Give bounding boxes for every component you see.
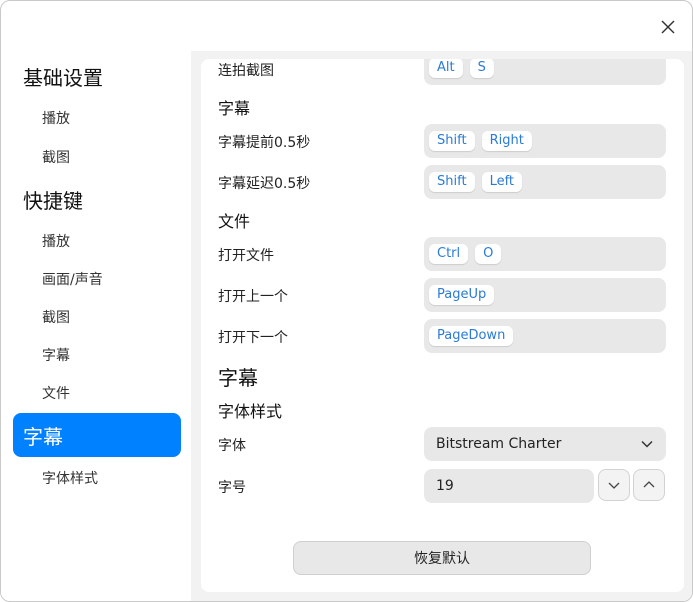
- sidebar-item-basic-settings[interactable]: 基础设置: [13, 58, 181, 94]
- restore-defaults-label: 恢复默认: [414, 551, 470, 567]
- sidebar-item-font-style[interactable]: 字体样式: [13, 463, 181, 493]
- key-chip: Shift: [429, 131, 475, 151]
- key-chip: O: [475, 244, 502, 264]
- sidebar-item-shortcut-subtitle[interactable]: 字幕: [13, 340, 181, 370]
- sidebar-item-label: 字体样式: [42, 471, 98, 487]
- shortcut-field-open-previous[interactable]: PageUp: [424, 278, 666, 312]
- sidebar-item-label: 播放: [42, 234, 70, 250]
- shortcut-field-subtitle-delay[interactable]: Shift Left: [424, 165, 666, 199]
- section-title-font-style: 字体样式: [218, 402, 283, 421]
- chevron-down-icon: [641, 440, 653, 448]
- settings-content[interactable]: 连拍截图 Alt S 字幕 字幕提前0.5秒 Shift Right 字幕延迟0…: [201, 59, 684, 592]
- sidebar-item-label: 播放: [42, 111, 70, 127]
- shortcut-field-open-next[interactable]: PageDown: [424, 319, 666, 353]
- key-chip: Alt: [429, 59, 463, 78]
- chevron-up-icon: [643, 481, 655, 488]
- sidebar-item-label: 画面/声音: [42, 272, 103, 288]
- sidebar-item-label: 截图: [42, 150, 70, 166]
- font-size-value: 19: [436, 478, 454, 494]
- shortcut-label-open-next: 打开下一个: [218, 330, 288, 346]
- sidebar-item-shortcut-file[interactable]: 文件: [13, 378, 181, 408]
- font-size-increase-button[interactable]: [633, 469, 665, 501]
- shortcut-label-subtitle-forward: 字幕提前0.5秒: [218, 135, 311, 151]
- sidebar: 基础设置 播放 截图 快捷键 播放 画面/声音 截图 字幕 文件 字幕 字体样式: [1, 51, 191, 601]
- sidebar-item-label: 文件: [42, 386, 70, 402]
- shortcut-field-burst-screenshot[interactable]: Alt S: [424, 59, 666, 85]
- close-button[interactable]: [657, 16, 679, 38]
- sidebar-item-shortcuts[interactable]: 快捷键: [13, 181, 181, 217]
- sidebar-item-label: 基础设置: [23, 65, 103, 90]
- settings-window: 基础设置 播放 截图 快捷键 播放 画面/声音 截图 字幕 文件 字幕 字体样式…: [0, 0, 693, 602]
- shortcut-field-subtitle-forward[interactable]: Shift Right: [424, 124, 666, 158]
- key-chip: Left: [481, 172, 523, 192]
- chevron-down-icon: [608, 482, 620, 489]
- shortcut-label-open-file: 打开文件: [218, 248, 274, 264]
- sidebar-item-shortcut-picture-sound[interactable]: 画面/声音: [13, 264, 181, 294]
- sidebar-item-label: 字幕: [42, 348, 70, 364]
- font-size-input[interactable]: 19: [424, 469, 594, 503]
- sidebar-item-basic-screenshot[interactable]: 截图: [13, 142, 181, 172]
- key-chip: Ctrl: [429, 244, 469, 264]
- sidebar-item-shortcut-screenshot[interactable]: 截图: [13, 302, 181, 332]
- restore-defaults-button[interactable]: 恢复默认: [293, 541, 591, 575]
- key-chip: Shift: [429, 172, 475, 192]
- key-chip: S: [469, 59, 494, 78]
- sidebar-item-basic-play[interactable]: 播放: [13, 103, 181, 133]
- section-title-subtitle: 字幕: [218, 99, 251, 118]
- shortcut-label-open-previous: 打开上一个: [218, 289, 288, 305]
- font-select-value: Bitstream Charter: [436, 436, 562, 452]
- font-size-label: 字号: [218, 480, 246, 496]
- font-size-decrease-button[interactable]: [598, 469, 630, 501]
- sidebar-item-shortcut-play[interactable]: 播放: [13, 226, 181, 256]
- key-chip: Right: [481, 131, 532, 151]
- sidebar-item-subtitle[interactable]: 字幕: [13, 413, 181, 457]
- close-icon: [661, 20, 675, 34]
- shortcut-label-burst-screenshot: 连拍截图: [218, 63, 274, 79]
- key-chip: PageDown: [429, 326, 514, 346]
- shortcut-label-subtitle-delay: 字幕延迟0.5秒: [218, 176, 311, 192]
- group-title-subtitle: 字幕: [218, 366, 258, 390]
- shortcut-field-open-file[interactable]: Ctrl O: [424, 237, 666, 271]
- font-label: 字体: [218, 438, 246, 454]
- sidebar-item-label: 快捷键: [23, 188, 83, 213]
- key-chip: PageUp: [429, 285, 495, 305]
- sidebar-item-label: 字幕: [23, 424, 63, 449]
- section-title-file: 文件: [218, 212, 251, 231]
- font-select[interactable]: Bitstream Charter: [424, 427, 666, 461]
- sidebar-item-label: 截图: [42, 310, 70, 326]
